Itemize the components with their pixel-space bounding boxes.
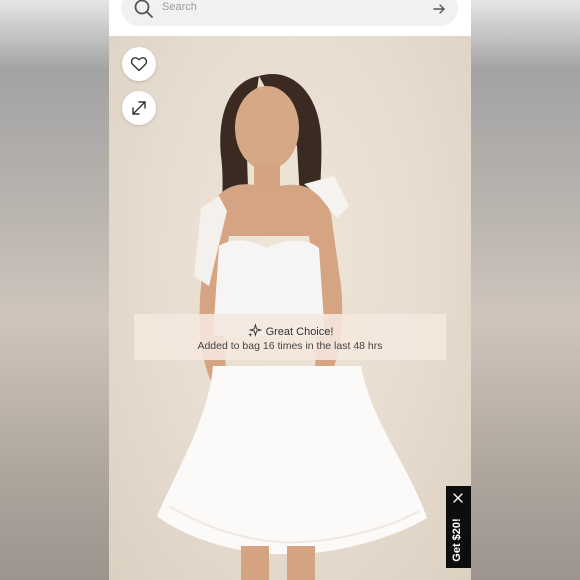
sparkle-icon	[247, 323, 262, 338]
search-icon	[134, 0, 153, 18]
model-illustration	[157, 74, 427, 580]
toast-title: Great Choice!	[265, 326, 334, 338]
toast-subtitle: Added to bag 16 times in the last 48 hrs	[197, 340, 383, 352]
close-icon[interactable]	[452, 492, 464, 504]
toast-title-row: Great Choice!	[134, 323, 446, 338]
blurred-backdrop-right	[471, 0, 580, 580]
expand-image-button[interactable]	[122, 91, 156, 125]
blurred-backdrop-left	[0, 0, 109, 580]
heart-icon	[130, 57, 148, 72]
phone-screen: Search Great Choice! Added to bag 16 tim…	[109, 0, 471, 580]
wishlist-button[interactable]	[122, 47, 156, 81]
search-bar[interactable]: Search	[121, 0, 458, 26]
product-photo[interactable]	[109, 36, 471, 580]
search-placeholder: Search	[162, 1, 197, 13]
promo-label[interactable]: Get $20!	[451, 511, 467, 569]
top-bar: Search	[109, 0, 471, 36]
expand-icon	[132, 101, 146, 115]
arrow-right-icon[interactable]	[432, 2, 446, 16]
promo-tab[interactable]: Get $20!	[446, 486, 471, 568]
added-to-bag-toast: Great Choice! Added to bag 16 times in t…	[134, 314, 446, 360]
